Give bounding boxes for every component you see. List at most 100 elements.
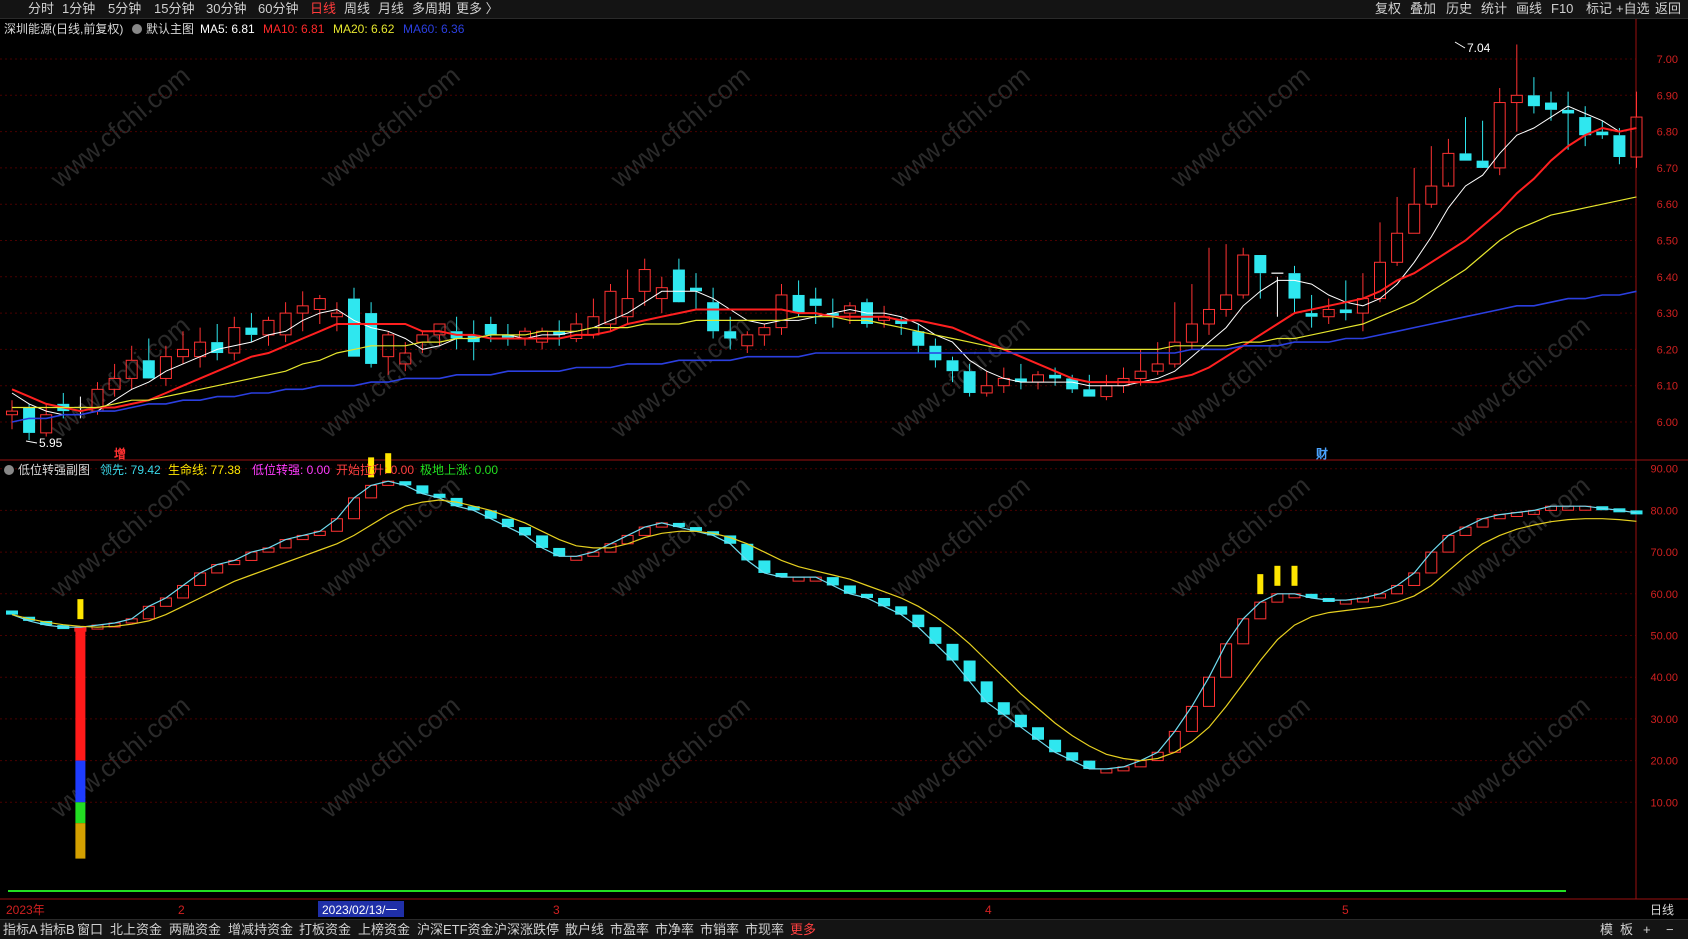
y-tick-label: 6.50 [1657,236,1678,248]
template-icon [132,24,142,34]
y-tick-label: 60.00 [1650,589,1678,601]
sub-bar [1032,727,1044,740]
signal-bar [1257,574,1264,595]
period-tab[interactable]: 周线 [344,1,370,17]
template-name: 默认主图 [146,21,194,36]
period-tab[interactable]: 1分钟 [62,1,95,17]
indicator-tab[interactable]: 打板资金 [299,921,351,938]
period-tab[interactable]: 分时 [28,1,54,17]
toolbar-button[interactable]: 历史 [1446,1,1472,17]
period-tab[interactable]: 月线 [378,1,404,17]
period-tab[interactable]: 更多 〉 [456,1,499,17]
toolbar-button[interactable]: 标记 [1586,1,1612,17]
indicator-tab[interactable]: 窗口 [77,921,103,938]
stack-green [75,802,86,824]
period-tab[interactable]: 日线 [310,1,336,17]
y-tick-label: 6.80 [1657,127,1678,139]
x-tick-label: 5 [1342,903,1349,917]
sub-bar [895,606,908,615]
candle-body [1476,160,1489,168]
x-tick-label: 4 [985,903,992,917]
y-tick-label: 6.40 [1657,272,1678,284]
sub-template-icon [4,465,14,475]
sub-legend: 生命线: 77.38 [168,462,241,477]
y-tick-label: 6.20 [1657,344,1678,356]
toolbar-button[interactable]: 复权 [1375,1,1401,17]
bottom-control[interactable]: 模 [1600,921,1613,938]
indicator-tab[interactable]: 指标B [40,921,75,938]
indicator-tab[interactable]: 市现率 [745,921,784,938]
candle-body [1527,95,1540,107]
y-tick-label: 6.60 [1657,199,1678,211]
indicator-tab[interactable]: 指标A [3,921,38,938]
toolbar-button[interactable]: F10 [1551,1,1573,17]
x-tick-label: 3 [553,903,560,917]
signal-bar [1274,565,1281,586]
toolbar-button[interactable]: 叠加 [1410,1,1436,17]
period-tab[interactable]: 15分钟 [154,1,194,17]
sub-bar [1083,760,1096,769]
y-tick-label: 80.00 [1650,505,1678,517]
sub-bar [6,610,18,615]
y-tick-label: 6.30 [1657,308,1678,320]
candle-body [1254,255,1267,274]
sub-legend: 低位转强: 0.00 [252,462,330,477]
indicator-tab[interactable]: 更多 [790,921,816,938]
indicator-tab[interactable]: 增减持资金 [228,921,293,938]
bottom-control[interactable]: + [1643,921,1651,938]
sub-title: 低位转强副图 [18,462,90,477]
sub-bar [980,681,993,703]
sub-bar [501,518,514,528]
low-marker: 5.95 [39,436,63,450]
candle-body [690,287,702,292]
bottom-control[interactable]: − [1666,921,1674,938]
candle-body [1049,374,1062,379]
indicator-tab[interactable]: 散户线 [565,921,604,938]
event-marker: 增 [114,446,126,461]
sub-legend: 极地上涨: 0.00 [420,462,498,477]
sub-bar [416,485,429,494]
indicator-tab[interactable]: 沪深涨跌停 [494,921,559,938]
candle-body [1459,153,1472,161]
sub-bar [912,614,925,628]
indicator-tab[interactable]: 市净率 [655,921,694,938]
toolbar-button[interactable]: 画线 [1516,1,1542,17]
ma-legend: MA10: 6.81 [263,22,325,36]
y-tick-label: 6.90 [1657,90,1678,102]
toolbar-button[interactable]: 返回 [1655,1,1681,17]
candle-body [809,298,822,306]
indicator-tab[interactable]: 市销率 [700,921,739,938]
main-title: 深圳能源(日线,前复权) [4,21,123,36]
y-tick-label: 20.00 [1650,756,1678,768]
y-tick-label: 7.00 [1657,54,1678,66]
y-tick-label: 10.00 [1650,797,1678,809]
x-tick-label: 2023/02/13/一 [322,903,397,917]
indicator-tab[interactable]: 北上资金 [110,921,162,938]
sub-bar [878,597,891,607]
sub-bar [929,627,942,644]
bottom-control[interactable]: 板 [1620,921,1633,938]
sub-bar [963,660,976,682]
indicator-tab[interactable]: 两融资金 [169,921,221,938]
y-tick-label: 6.70 [1657,163,1678,175]
candle-body [1305,313,1318,317]
period-tab[interactable]: 60分钟 [258,1,298,17]
period-tab[interactable]: 30分钟 [206,1,246,17]
toolbar-button[interactable]: +自选 [1616,1,1650,17]
period-tab[interactable]: 多周期 [412,1,451,17]
candle-body [946,360,959,372]
x-tick-label: 2023年 [6,903,45,917]
candle-body [365,313,378,364]
chart-area[interactable]: www.cfchi.com www.cfchi.com www.cfchi.com w… [0,19,1688,919]
indicator-tab[interactable]: 沪深ETF资金 [417,921,494,938]
sub-bar [1049,739,1062,753]
period-tab[interactable]: 5分钟 [108,1,141,17]
candle-body [1545,102,1557,110]
indicator-tab[interactable]: 上榜资金 [358,921,410,938]
toolbar-button[interactable]: 统计 [1481,1,1507,17]
sub-bar [536,535,549,548]
indicator-tab[interactable]: 市盈率 [610,921,649,938]
candle-body [1288,273,1301,299]
candle-body [724,331,737,339]
y-tick-label: 50.00 [1650,631,1678,643]
